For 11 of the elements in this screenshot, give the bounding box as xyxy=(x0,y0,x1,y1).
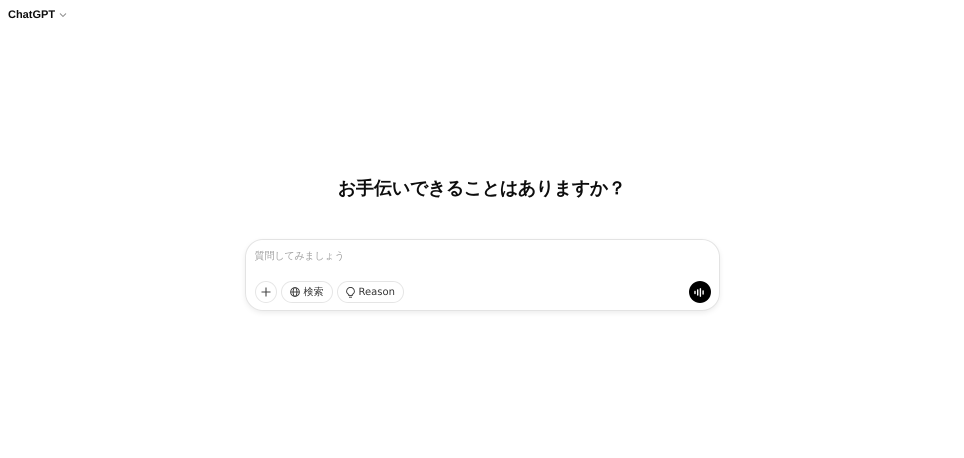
model-selector[interactable]: ChatGPT xyxy=(8,9,56,21)
waveform-icon xyxy=(694,288,705,296)
globe-icon xyxy=(290,287,300,297)
lightbulb-icon xyxy=(346,286,354,298)
greeting-heading: お手伝いできることはありますか？ xyxy=(338,177,626,201)
search-button[interactable]: 検索 xyxy=(280,281,332,303)
reason-button[interactable]: Reason xyxy=(336,281,404,303)
add-button[interactable] xyxy=(254,281,276,303)
chevron-down-icon[interactable] xyxy=(59,11,68,19)
plus-icon xyxy=(260,287,270,297)
voice-button[interactable] xyxy=(688,281,710,303)
